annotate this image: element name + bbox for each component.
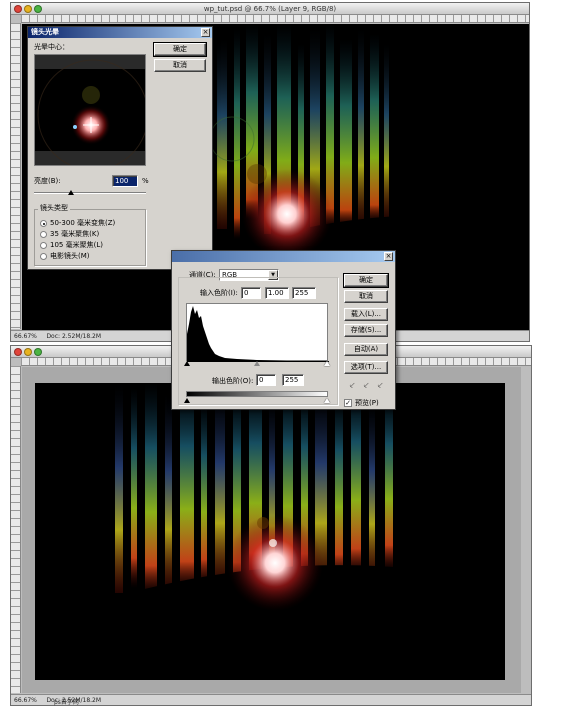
gray-eyedropper-icon[interactable]: ⸔	[361, 380, 371, 392]
bottom-caption: ps自学网	[54, 699, 79, 706]
close-window-icon[interactable]	[14, 5, 22, 13]
input-white-slider[interactable]	[324, 361, 330, 366]
lens-flare-title: 镜头光晕	[31, 28, 59, 36]
output-level-black[interactable]: 0	[256, 374, 276, 386]
input-level-white[interactable]: 255	[292, 287, 316, 299]
lens-flare-titlebar[interactable]: 镜头光晕	[28, 27, 212, 38]
vertical-ruler	[11, 23, 21, 329]
zoom-window-icon[interactable]	[34, 5, 42, 13]
levels-dialog: × 通道(C): RGB ▼ 输入色阶(I): 0 1.00 255 输出色阶(…	[171, 250, 396, 410]
vertical-ruler	[11, 366, 21, 693]
aurora-artwork	[35, 383, 505, 680]
lens-type-radio-2[interactable]	[40, 242, 47, 249]
horizontal-ruler	[21, 15, 529, 23]
levels-options-button[interactable]: 选项(T)...	[344, 361, 388, 374]
top-zoom-readout: 66.67%	[14, 333, 37, 340]
preview-checkbox[interactable]: ✓	[344, 399, 352, 407]
lens-flare-dialog: 镜头光晕 × 光晕中心： 亮度(B): 100 % 镜头类型 50-300 毫米…	[27, 26, 213, 270]
lens-type-radio-0[interactable]	[40, 220, 47, 227]
histogram	[186, 303, 329, 362]
brightness-unit: %	[142, 177, 149, 185]
lens-flare-cancel-button[interactable]: 取消	[154, 59, 206, 72]
top-window-titlebar[interactable]: wp_tut.psd @ 66.7% (Layer 9, RGB/8)	[11, 3, 529, 15]
levels-auto-button[interactable]: 自动(A)	[344, 343, 388, 356]
input-gamma-slider[interactable]	[254, 361, 260, 366]
brightness-label: 亮度(B):	[34, 177, 61, 185]
output-white-slider[interactable]	[324, 398, 330, 403]
lens-type-label: 镜头类型	[38, 204, 70, 213]
input-black-slider[interactable]	[184, 361, 190, 366]
levels-save-button[interactable]: 存储(S)...	[344, 324, 388, 337]
preview-label: 预览(P)	[355, 399, 379, 407]
output-level-white[interactable]: 255	[282, 374, 304, 386]
output-black-slider[interactable]	[184, 398, 190, 403]
bottom-canvas[interactable]	[35, 383, 505, 680]
minimize-window-icon[interactable]	[24, 5, 32, 13]
levels-load-button[interactable]: 载入(L)...	[344, 308, 388, 321]
input-level-black[interactable]: 0	[241, 287, 261, 299]
output-levels-label: 输出色阶(O):	[212, 377, 254, 385]
lens-type-radio-3[interactable]	[40, 253, 47, 260]
flare-preview-image	[35, 55, 145, 165]
white-eyedropper-icon[interactable]: ⸔	[375, 380, 385, 392]
bottom-zoom-readout: 66.67%	[14, 697, 37, 704]
lens-type-label-2: 105 毫米聚焦(L)	[50, 241, 103, 249]
flare-center-label: 光晕中心：	[34, 43, 69, 51]
lens-flare-ok-button[interactable]: 确定	[153, 42, 207, 57]
flare-preview[interactable]	[34, 54, 146, 166]
top-window-title: wp_tut.psd @ 66.7% (Layer 9, RGB/8)	[203, 5, 337, 13]
close-icon[interactable]: ×	[384, 252, 393, 261]
top-doc-size: Doc: 2.52M/18.2M	[46, 333, 102, 340]
close-icon[interactable]: ×	[201, 28, 210, 37]
lens-type-label-0: 50-300 毫米变焦(Z)	[50, 219, 116, 227]
lens-type-label-3: 电影镜头(M)	[50, 252, 90, 260]
levels-cancel-button[interactable]: 取消	[344, 290, 388, 303]
brightness-input[interactable]: 100	[112, 175, 138, 187]
brightness-slider-thumb[interactable]	[67, 190, 74, 195]
minimize-window-icon[interactable]	[24, 348, 32, 356]
close-window-icon[interactable]	[14, 348, 22, 356]
input-level-gamma[interactable]: 1.00	[265, 287, 289, 299]
zoom-window-icon[interactable]	[34, 348, 42, 356]
brightness-slider-track[interactable]	[34, 192, 146, 194]
lens-type-radio-1[interactable]	[40, 231, 47, 238]
levels-titlebar[interactable]	[172, 251, 395, 262]
bottom-status-bar: 66.67% Doc: 2.52M/18.2M	[11, 694, 531, 705]
levels-ok-button[interactable]: 确定	[343, 273, 389, 288]
input-levels-label: 输入色阶(I):	[200, 289, 238, 297]
output-gradient-bar	[186, 391, 328, 397]
black-eyedropper-icon[interactable]: ⸔	[347, 380, 357, 392]
histogram-graph	[187, 306, 329, 362]
lens-type-label-1: 35 毫米聚焦(K)	[50, 230, 100, 238]
